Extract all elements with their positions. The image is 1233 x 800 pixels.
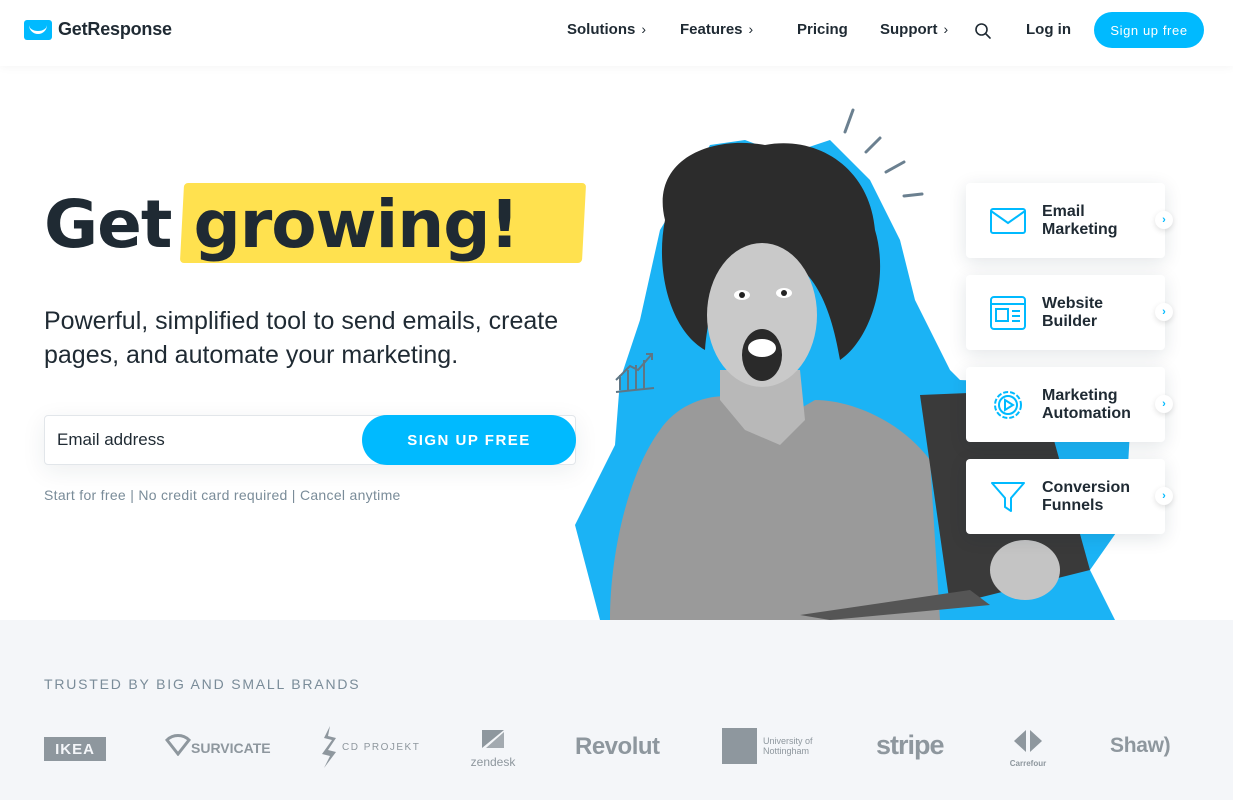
login-link[interactable]: Log in: [1026, 21, 1071, 38]
email-input[interactable]: [57, 416, 357, 464]
card-label: Website Builder: [1042, 295, 1104, 330]
logo-text: GetResponse: [58, 19, 172, 39]
stripe-logo: stripe: [876, 730, 945, 760]
card-website-builder[interactable]: Website Builder ›: [966, 275, 1173, 350]
survicate-logo: SURVICATE: [165, 734, 271, 756]
nottingham-crest-icon: [722, 728, 757, 764]
carrefour-logo: Carrefour: [1004, 728, 1052, 768]
nav-pricing[interactable]: Pricing: [797, 21, 848, 38]
chevron-right-icon: ›: [1155, 303, 1173, 321]
ikea-logo: IKEA: [44, 737, 106, 761]
shaw-logo: Shaw): [1110, 734, 1171, 757]
card-label: Conversion Funnels: [1042, 479, 1131, 514]
search-icon[interactable]: [974, 22, 992, 40]
survicate-mark-icon: [165, 734, 191, 756]
carrefour-logo-text: Carrefour: [1009, 759, 1047, 768]
nav-support[interactable]: Support ›: [880, 21, 948, 38]
chevron-right-icon: ›: [748, 21, 754, 37]
signup-hero-button[interactable]: SIGN UP FREE: [362, 415, 576, 465]
nottingham-logo-text: University of Nottingham: [763, 736, 813, 756]
nav-pricing-label: Pricing: [797, 21, 848, 38]
nav-features[interactable]: Features ›: [680, 21, 753, 38]
card-label: Marketing Automation: [1042, 387, 1131, 422]
cd-projekt-mark-icon: [322, 726, 336, 768]
signup-note: Start for free | No credit card required…: [44, 487, 401, 503]
getresponse-logo[interactable]: GetResponse: [24, 19, 172, 40]
headline-word-get: Get: [44, 186, 172, 263]
nav-support-label: Support: [880, 21, 938, 38]
gear-play-icon: [994, 391, 1022, 419]
zendesk-mark-icon: [482, 730, 504, 748]
headline-word-growing: growing!: [193, 186, 519, 263]
chevron-right-icon: ›: [1155, 395, 1173, 413]
survicate-logo-text: SURVICATE: [191, 740, 271, 756]
hero-subheadline: Powerful, simplified tool to send emails…: [44, 307, 559, 369]
envelope-icon: [990, 208, 1026, 234]
nottingham-logo: University of Nottingham: [722, 728, 825, 764]
cd-projekt-logo: CD PROJEKT: [318, 724, 420, 770]
nav-features-label: Features: [680, 21, 743, 38]
hero-headline: Get growing!: [44, 186, 520, 263]
hand-shape: [990, 540, 1060, 600]
chevron-right-icon: ›: [1155, 487, 1173, 505]
revolut-logo: Revolut: [575, 733, 660, 760]
carrefour-mark-icon: [1014, 730, 1042, 752]
hero-illustration: [575, 108, 1130, 620]
nav-solutions[interactable]: Solutions ›: [567, 21, 646, 38]
signup-header-button[interactable]: Sign up free: [1094, 12, 1204, 48]
card-label: Email Marketing: [1042, 203, 1118, 238]
card-marketing-automation[interactable]: Marketing Automation ›: [966, 367, 1173, 442]
chevron-right-icon: ›: [641, 21, 646, 37]
brands-section: TRUSTED BY BIG AND SMALL BRANDS IKEA SUR…: [0, 620, 1233, 800]
card-conversion-funnels[interactable]: Conversion Funnels ›: [966, 459, 1173, 534]
funnel-icon: [991, 482, 1025, 512]
logo-envelope-icon: [24, 19, 52, 40]
cd-projekt-logo-text: CD PROJEKT: [342, 741, 421, 753]
card-email-marketing[interactable]: Email Marketing ›: [966, 183, 1173, 258]
chevron-right-icon: ›: [1155, 211, 1173, 229]
site-header: GetResponse Solutions › Features › Pricing…: [0, 0, 1233, 66]
chevron-right-icon: ›: [943, 21, 949, 37]
zendesk-logo-text: zendesk: [470, 755, 516, 769]
nav-solutions-label: Solutions: [567, 21, 636, 38]
website-icon: [990, 296, 1026, 330]
zendesk-logo: zendesk: [467, 728, 519, 769]
brands-heading: TRUSTED BY BIG AND SMALL BRANDS: [44, 676, 361, 692]
